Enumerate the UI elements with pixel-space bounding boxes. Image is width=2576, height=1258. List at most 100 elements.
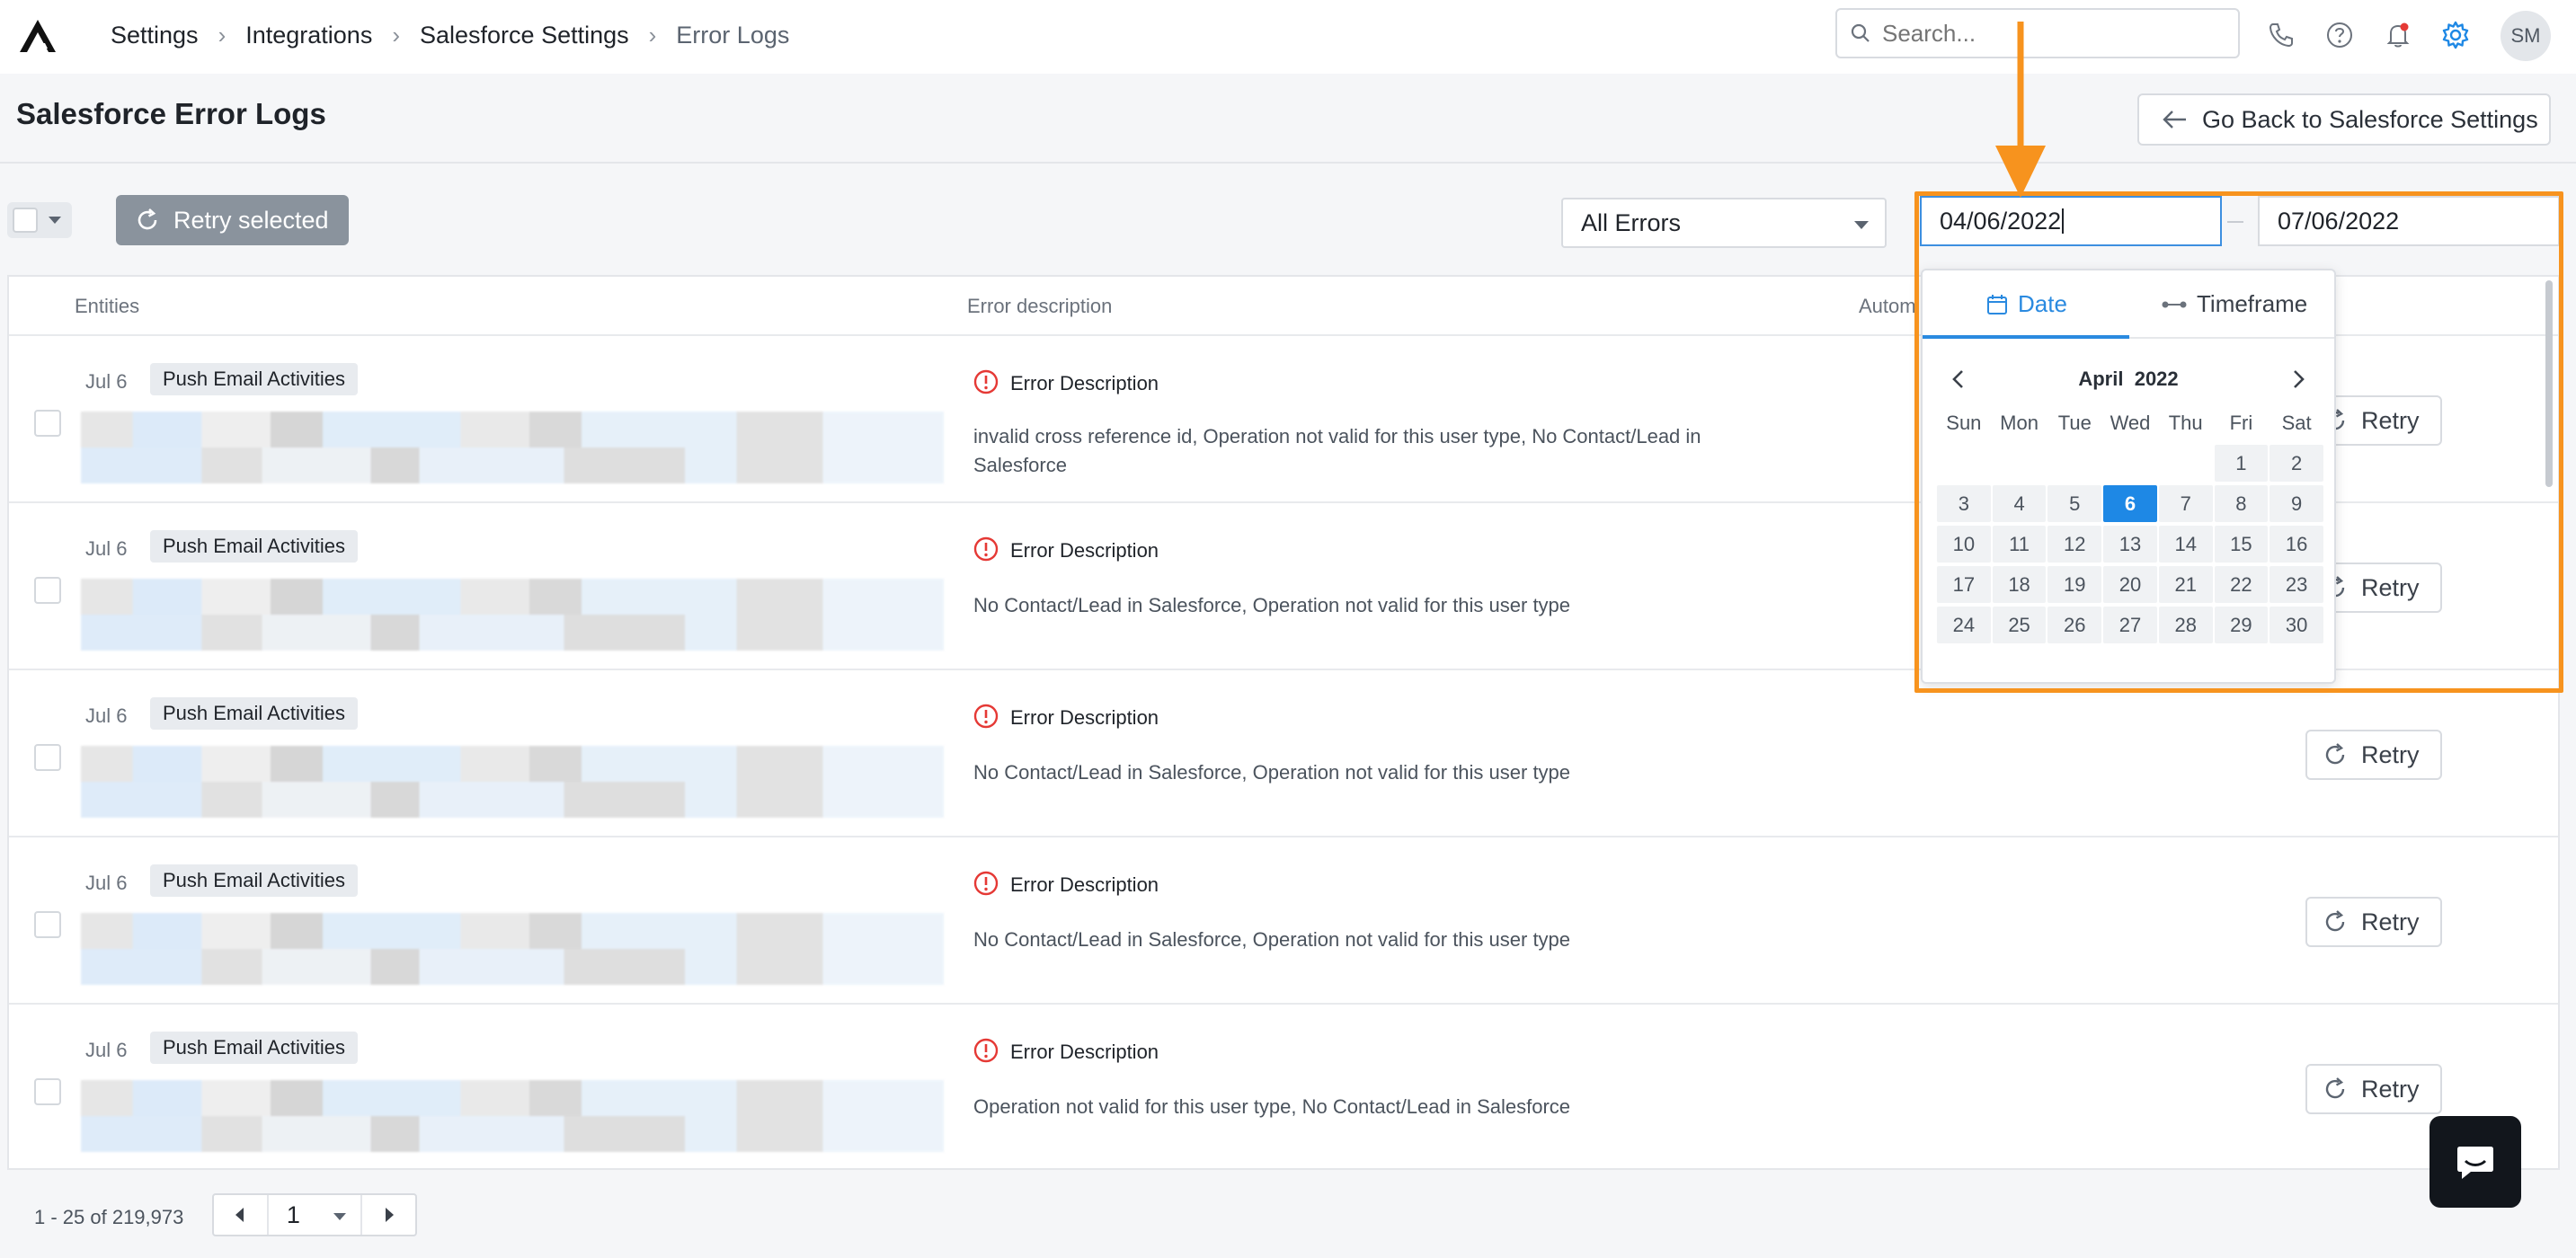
- row-checkbox[interactable]: [34, 1078, 61, 1105]
- error-title: Error Description: [1010, 873, 1159, 896]
- error-text: No Contact/Lead in Salesforce, Operation…: [973, 761, 1571, 784]
- calendar-day[interactable]: 29: [2214, 607, 2269, 643]
- chevron-right-icon[interactable]: [2287, 366, 2309, 393]
- calendar-day[interactable]: 20: [2103, 566, 2157, 603]
- retry-selected-label: Retry selected: [173, 206, 329, 234]
- calendar-day[interactable]: 10: [1937, 526, 1991, 563]
- prev-page-button[interactable]: [214, 1195, 267, 1235]
- calendar-day[interactable]: 18: [1992, 566, 2047, 603]
- pagination-range: 1 - 25 of 219,973: [34, 1206, 184, 1228]
- avatar[interactable]: SM: [2500, 11, 2551, 61]
- text-cursor: [2062, 208, 2065, 234]
- page-number: 1: [286, 1200, 300, 1228]
- error-text: No Contact/Lead in Salesforce, Operation…: [973, 594, 1571, 616]
- redacted-entity-content: [81, 412, 944, 483]
- error-icon: [973, 1038, 999, 1063]
- calendar-day[interactable]: 25: [1992, 607, 2047, 643]
- column-header-error-description[interactable]: Error description: [967, 295, 1112, 318]
- calendar-day[interactable]: 28: [2158, 607, 2213, 643]
- tab-timeframe[interactable]: Timeframe: [2161, 290, 2307, 318]
- calendar-day[interactable]: 4: [1992, 485, 2047, 522]
- bell-icon[interactable]: [2381, 18, 2415, 52]
- tab-date[interactable]: Date: [1985, 290, 2067, 318]
- row-date: Jul 6: [85, 872, 128, 894]
- weekday-label: Fri: [2229, 412, 2253, 434]
- select-all-dropdown[interactable]: [7, 202, 72, 238]
- chat-widget-button[interactable]: [2429, 1116, 2521, 1208]
- date-from-input[interactable]: 04/06/2022: [1920, 196, 2222, 246]
- error-title: Error Description: [1010, 539, 1159, 562]
- scrollbar[interactable]: [2545, 280, 2553, 487]
- error-type-value: All Errors: [1581, 208, 1682, 236]
- calendar-day[interactable]: 23: [2270, 566, 2323, 603]
- retry-label: Retry: [2361, 908, 2420, 935]
- refresh-icon: [138, 208, 157, 230]
- calendar-day-selected[interactable]: 6: [2103, 485, 2157, 522]
- breadcrumb-settings[interactable]: Settings: [111, 22, 199, 49]
- table-row[interactable]: Jul 6 Push Email Activities Error Descri…: [9, 837, 2558, 1005]
- calendar-day[interactable]: 17: [1937, 566, 1991, 603]
- retry-button[interactable]: Retry: [2305, 897, 2442, 947]
- breadcrumb-salesforce-settings[interactable]: Salesforce Settings: [420, 22, 629, 49]
- table-row[interactable]: Jul 6 Push Email Activities Error Descri…: [9, 670, 2558, 837]
- row-checkbox[interactable]: [34, 744, 61, 771]
- redacted-entity-content: [81, 579, 944, 651]
- calendar-day[interactable]: 30: [2270, 607, 2323, 643]
- row-checkbox[interactable]: [34, 911, 61, 938]
- go-back-button[interactable]: Go Back to Salesforce Settings: [2137, 93, 2551, 146]
- calendar-day[interactable]: 9: [2270, 485, 2323, 522]
- retry-button[interactable]: Retry: [2305, 730, 2442, 780]
- logo-icon[interactable]: [18, 18, 58, 54]
- page-select[interactable]: 1: [266, 1195, 363, 1235]
- calendar-day[interactable]: 21: [2158, 566, 2213, 603]
- weekday-label: Thu: [2168, 412, 2203, 434]
- active-tab-indicator: [1923, 335, 2129, 339]
- gear-icon[interactable]: [2438, 18, 2473, 52]
- breadcrumb-integrations[interactable]: Integrations: [245, 22, 372, 49]
- calendar-day[interactable]: 1: [2214, 445, 2269, 482]
- error-text: Operation not valid for this user type, …: [973, 1095, 1571, 1118]
- calendar-day[interactable]: 3: [1937, 485, 1991, 522]
- calendar-day[interactable]: 2: [2270, 445, 2323, 482]
- row-date: Jul 6: [85, 1039, 128, 1061]
- calendar-day[interactable]: 15: [2214, 526, 2269, 563]
- pagination-control: 1: [212, 1193, 417, 1236]
- next-page-button[interactable]: [362, 1195, 415, 1235]
- calendar-day[interactable]: 12: [2047, 526, 2102, 563]
- date-to-input[interactable]: 07/06/2022: [2258, 196, 2560, 246]
- row-date: Jul 6: [85, 537, 128, 560]
- error-icon: [973, 369, 999, 394]
- calendar-day[interactable]: 24: [1937, 607, 1991, 643]
- go-back-label: Go Back to Salesforce Settings: [2202, 105, 2538, 133]
- calendar-day[interactable]: 26: [2047, 607, 2102, 643]
- calendar-icon: [1987, 294, 2007, 314]
- date-picker-popup: Date Timeframe April 2022 Sun Mon Tue Wed Th…: [1921, 269, 2336, 684]
- column-header-autom[interactable]: Autom: [1859, 295, 1916, 318]
- phone-icon[interactable]: [2264, 18, 2298, 52]
- calendar-day[interactable]: 5: [2047, 485, 2102, 522]
- calendar-day[interactable]: 13: [2103, 526, 2157, 563]
- calendar-month[interactable]: April: [2078, 368, 2123, 390]
- calendar-blank-cell: [2103, 445, 2157, 482]
- calendar-day[interactable]: 19: [2047, 566, 2102, 603]
- calendar-day[interactable]: 11: [1992, 526, 2047, 563]
- calendar-day[interactable]: 8: [2214, 485, 2269, 522]
- calendar-day[interactable]: 27: [2103, 607, 2157, 643]
- row-checkbox[interactable]: [34, 577, 61, 604]
- error-type-select[interactable]: All Errors: [1561, 198, 1887, 248]
- calendar-year[interactable]: 2022: [2135, 368, 2179, 390]
- retry-button[interactable]: Retry: [2305, 1064, 2442, 1114]
- row-checkbox[interactable]: [34, 410, 61, 437]
- calendar-day[interactable]: 7: [2158, 485, 2213, 522]
- caret-right-icon: [385, 1208, 394, 1222]
- calendar-day[interactable]: 14: [2158, 526, 2213, 563]
- column-header-entities[interactable]: Entities: [75, 295, 139, 318]
- select-all-checkbox[interactable]: [13, 208, 38, 233]
- help-icon[interactable]: [2323, 18, 2357, 52]
- date-from-value: 04/06/2022: [1940, 207, 2062, 235]
- arrow-left-icon: [2163, 111, 2186, 128]
- calendar-day[interactable]: 16: [2270, 526, 2323, 563]
- table-row[interactable]: Jul 6 Push Email Activities Error Descri…: [9, 1005, 2558, 1168]
- calendar-day[interactable]: 22: [2214, 566, 2269, 603]
- retry-selected-button[interactable]: Retry selected: [116, 195, 349, 245]
